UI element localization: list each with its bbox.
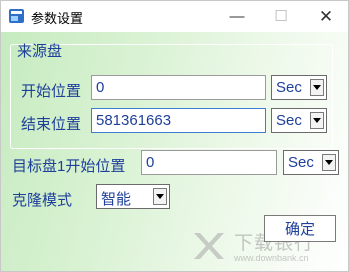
target-unit-value: Sec (288, 154, 314, 171)
target-start-position-label: 目标盘1开始位置 (12, 158, 126, 175)
start-unit-value: Sec (276, 79, 302, 96)
dropdown-arrow-icon[interactable] (322, 154, 336, 171)
title-bar: 参数设置 — ☐ ✕ (1, 1, 348, 32)
ok-button[interactable]: 确定 (264, 215, 336, 242)
maximize-button[interactable]: ☐ (259, 1, 303, 32)
dropdown-arrow-icon[interactable] (153, 188, 167, 205)
dropdown-arrow-icon[interactable] (310, 79, 324, 96)
target-start-position-input[interactable]: 0 (141, 150, 277, 175)
start-position-input[interactable]: 0 (91, 75, 266, 100)
minimize-button[interactable]: — (215, 1, 259, 32)
start-position-label: 开始位置 (21, 83, 82, 100)
start-unit-select[interactable]: Sec (271, 75, 327, 100)
target-unit-select[interactable]: Sec (283, 150, 339, 175)
close-button[interactable]: ✕ (304, 1, 348, 32)
clone-mode-select[interactable]: 智能 (96, 184, 170, 209)
source-disk-group-title: 来源盘 (17, 43, 63, 60)
app-settings-icon (9, 9, 24, 23)
end-unit-value: Sec (276, 112, 302, 129)
window-title: 参数设置 (31, 11, 84, 26)
end-unit-select[interactable]: Sec (271, 108, 327, 133)
end-position-label: 结束位置 (21, 116, 82, 133)
clone-mode-label: 克隆模式 (12, 192, 73, 209)
end-position-input[interactable]: 581361663 (91, 108, 266, 133)
dropdown-arrow-icon[interactable] (310, 112, 324, 129)
parameter-settings-window: 参数设置 — ☐ ✕ 来源盘 开始位置 0 Sec 结束位置 581361663… (0, 0, 349, 272)
close-icon: ✕ (318, 7, 334, 26)
dialog-body: 来源盘 开始位置 0 Sec 结束位置 581361663 Sec 目标盘1开始… (1, 32, 348, 271)
clone-mode-value: 智能 (101, 191, 132, 208)
watermark-logo-icon (194, 233, 224, 259)
maximize-icon: ☐ (274, 8, 288, 25)
watermark-url: www.downbank.cn (234, 253, 309, 263)
minimize-icon: — (229, 8, 245, 25)
